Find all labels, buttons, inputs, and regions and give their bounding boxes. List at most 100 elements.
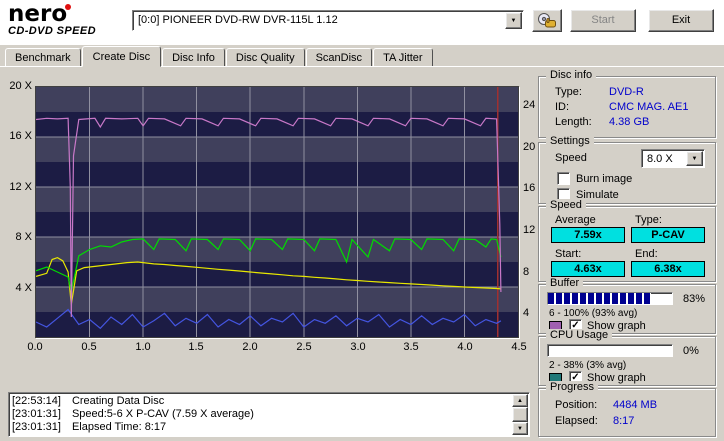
buffer-bar-fill bbox=[548, 293, 651, 304]
log-scrollbar[interactable]: ▲ ▼ bbox=[512, 394, 528, 435]
end-speed-value: 6.38x bbox=[631, 261, 705, 277]
scrollbar-thumb[interactable] bbox=[512, 407, 528, 422]
cpu-usage-group: CPU Usage 0% 2 - 38% (3% avg) ✓ Show gra… bbox=[538, 329, 716, 386]
disc-id-value: CMC MAG. AE1 bbox=[609, 101, 689, 113]
drive-selector[interactable]: [0:0] PIONEER DVD-RW DVR-115L 1.12 ▼ bbox=[132, 10, 524, 31]
start-speed-label: Start: bbox=[555, 248, 582, 260]
y-axis-right-label: 8 bbox=[523, 266, 530, 278]
speed-type-value: P-CAV bbox=[631, 227, 705, 243]
speed-setting-label: Speed bbox=[555, 152, 587, 164]
speed-select-value: 8.0 X bbox=[647, 153, 673, 165]
disc-length-label: Length: bbox=[555, 116, 592, 128]
disc-length-value: 4.38 GB bbox=[609, 116, 650, 128]
type-label: Type: bbox=[635, 214, 662, 226]
tab-scandisc[interactable]: ScanDisc bbox=[305, 48, 373, 67]
y-axis-right-label: 16 bbox=[523, 182, 536, 194]
x-axis-label: 1.0 bbox=[135, 341, 151, 353]
header: nero CD-DVD SPEED [0:0] PIONEER DVD-RW D… bbox=[0, 0, 724, 45]
progress-group: Progress Position: 4484 MB Elapsed: 8:17 bbox=[538, 381, 716, 437]
cpu-usage-title: CPU Usage bbox=[546, 329, 613, 342]
tab-create-disc[interactable]: Create Disc bbox=[81, 46, 162, 67]
y-axis-right-label: 12 bbox=[523, 224, 536, 236]
disc-id-label: ID: bbox=[555, 101, 570, 113]
buffer-percent: 83% bbox=[683, 293, 706, 305]
cpu-range: 2 - 38% (3% avg) bbox=[549, 360, 627, 371]
log-time: [22:53:14] bbox=[12, 395, 61, 407]
y-axis-label: 20 X bbox=[9, 80, 32, 92]
chevron-down-icon: ▼ bbox=[510, 17, 517, 24]
speed-graph bbox=[35, 86, 519, 338]
nero-logo-red-dot-icon bbox=[65, 4, 71, 10]
disc-type-value: DVD-R bbox=[609, 86, 644, 98]
buffer-bar bbox=[547, 292, 673, 305]
elapsed-value: 8:17 bbox=[613, 415, 635, 427]
log-line: [23:01:31] Speed:5-6 X P-CAV (7.59 X ave… bbox=[12, 408, 510, 421]
burn-image-label: Burn image bbox=[576, 173, 633, 185]
y-axis-right-label: 4 bbox=[523, 307, 530, 319]
y-axis-label: 12 X bbox=[9, 181, 32, 193]
chevron-down-icon: ▼ bbox=[691, 155, 698, 162]
exit-button[interactable]: Exit bbox=[648, 9, 714, 32]
x-axis-label: 0.5 bbox=[81, 341, 97, 353]
nero-logo: nero CD-DVD SPEED bbox=[8, 3, 128, 38]
tab-disc-info[interactable]: Disc Info bbox=[162, 48, 225, 67]
status-log-lines: [22:53:14] Creating Data Disc [23:01:31]… bbox=[12, 395, 510, 434]
disc-type-label: Type: bbox=[555, 86, 582, 98]
cd-dvd-speed-logo-text: CD-DVD SPEED bbox=[8, 25, 96, 37]
burn-image-checkbox[interactable] bbox=[557, 172, 570, 185]
buffer-title: Buffer bbox=[546, 277, 584, 290]
settings-group: Settings Speed 8.0 X ▼ Burn image Simula… bbox=[538, 135, 716, 204]
y-axis-label: 4 X bbox=[15, 282, 32, 294]
hand-holding-disc-icon bbox=[538, 13, 556, 28]
log-line: [23:01:31] Elapsed Time: 8:17 bbox=[12, 421, 510, 434]
speed-select-dropdown-button[interactable]: ▼ bbox=[686, 151, 703, 166]
disc-info-title: Disc info bbox=[546, 69, 597, 82]
tab-ta-jitter[interactable]: TA Jitter bbox=[373, 48, 433, 67]
start-button[interactable]: Start bbox=[570, 9, 636, 32]
log-text: Speed:5-6 X P-CAV (7.59 X average) bbox=[71, 408, 254, 420]
log-line: [22:53:14] Creating Data Disc bbox=[12, 395, 510, 408]
log-text: Creating Data Disc bbox=[71, 395, 165, 407]
arrow-down-icon: ▼ bbox=[517, 426, 523, 432]
y-axis-label: 16 X bbox=[9, 130, 32, 142]
buffer-group: Buffer 83% 6 - 100% (93% avg) ✓ Show gra… bbox=[538, 277, 716, 334]
log-text: Elapsed Time: 8:17 bbox=[71, 421, 167, 433]
cpu-bar bbox=[547, 344, 673, 357]
disc-info-group: Disc info Type: DVD-R ID: CMC MAG. AE1 L… bbox=[538, 69, 716, 138]
log-time: [23:01:31] bbox=[12, 408, 61, 420]
position-value: 4484 MB bbox=[613, 399, 658, 411]
y-axis-label: 8 X bbox=[15, 231, 32, 243]
x-axis-label: 4.5 bbox=[511, 341, 527, 353]
eject-tray-button[interactable] bbox=[532, 9, 562, 32]
tab-disc-quality[interactable]: Disc Quality bbox=[225, 48, 305, 67]
average-label: Average bbox=[555, 214, 596, 226]
nero-cd-dvd-speed-window: nero CD-DVD SPEED [0:0] PIONEER DVD-RW D… bbox=[0, 0, 724, 441]
position-label: Position: bbox=[555, 399, 598, 411]
end-speed-label: End: bbox=[635, 248, 658, 260]
settings-title: Settings bbox=[546, 135, 594, 148]
status-log: [22:53:14] Creating Data Disc [23:01:31]… bbox=[8, 392, 530, 437]
x-axis-label: 4.0 bbox=[457, 341, 473, 353]
y-axis-right-label: 20 bbox=[523, 141, 536, 153]
tab-bar: Benchmark Create Disc Disc Info Disc Qua… bbox=[5, 46, 434, 67]
log-time: [23:01:31] bbox=[12, 421, 61, 433]
arrow-up-icon: ▲ bbox=[517, 398, 523, 404]
x-axis-label: 3.5 bbox=[403, 341, 419, 353]
elapsed-label: Elapsed: bbox=[555, 415, 598, 427]
x-axis-label: 2.5 bbox=[296, 341, 312, 353]
buffer-range: 6 - 100% (93% avg) bbox=[549, 308, 638, 319]
y-axis-right-label: 24 bbox=[523, 99, 536, 111]
progress-title: Progress bbox=[546, 381, 599, 394]
drive-selector-value: [0:0] PIONEER DVD-RW DVR-115L 1.12 bbox=[138, 14, 338, 26]
average-speed-value: 7.59x bbox=[551, 227, 625, 243]
speed-select[interactable]: 8.0 X ▼ bbox=[641, 149, 705, 168]
x-axis-label: 0.0 bbox=[27, 341, 43, 353]
drive-selector-dropdown-button[interactable]: ▼ bbox=[505, 12, 522, 29]
scroll-up-button[interactable]: ▲ bbox=[512, 394, 528, 407]
speed-title: Speed bbox=[546, 199, 586, 212]
tab-benchmark[interactable]: Benchmark bbox=[5, 48, 81, 67]
x-axis-label: 2.0 bbox=[242, 341, 258, 353]
scroll-down-button[interactable]: ▼ bbox=[512, 422, 528, 435]
x-axis-label: 1.5 bbox=[188, 341, 204, 353]
x-axis-label: 3.0 bbox=[350, 341, 366, 353]
